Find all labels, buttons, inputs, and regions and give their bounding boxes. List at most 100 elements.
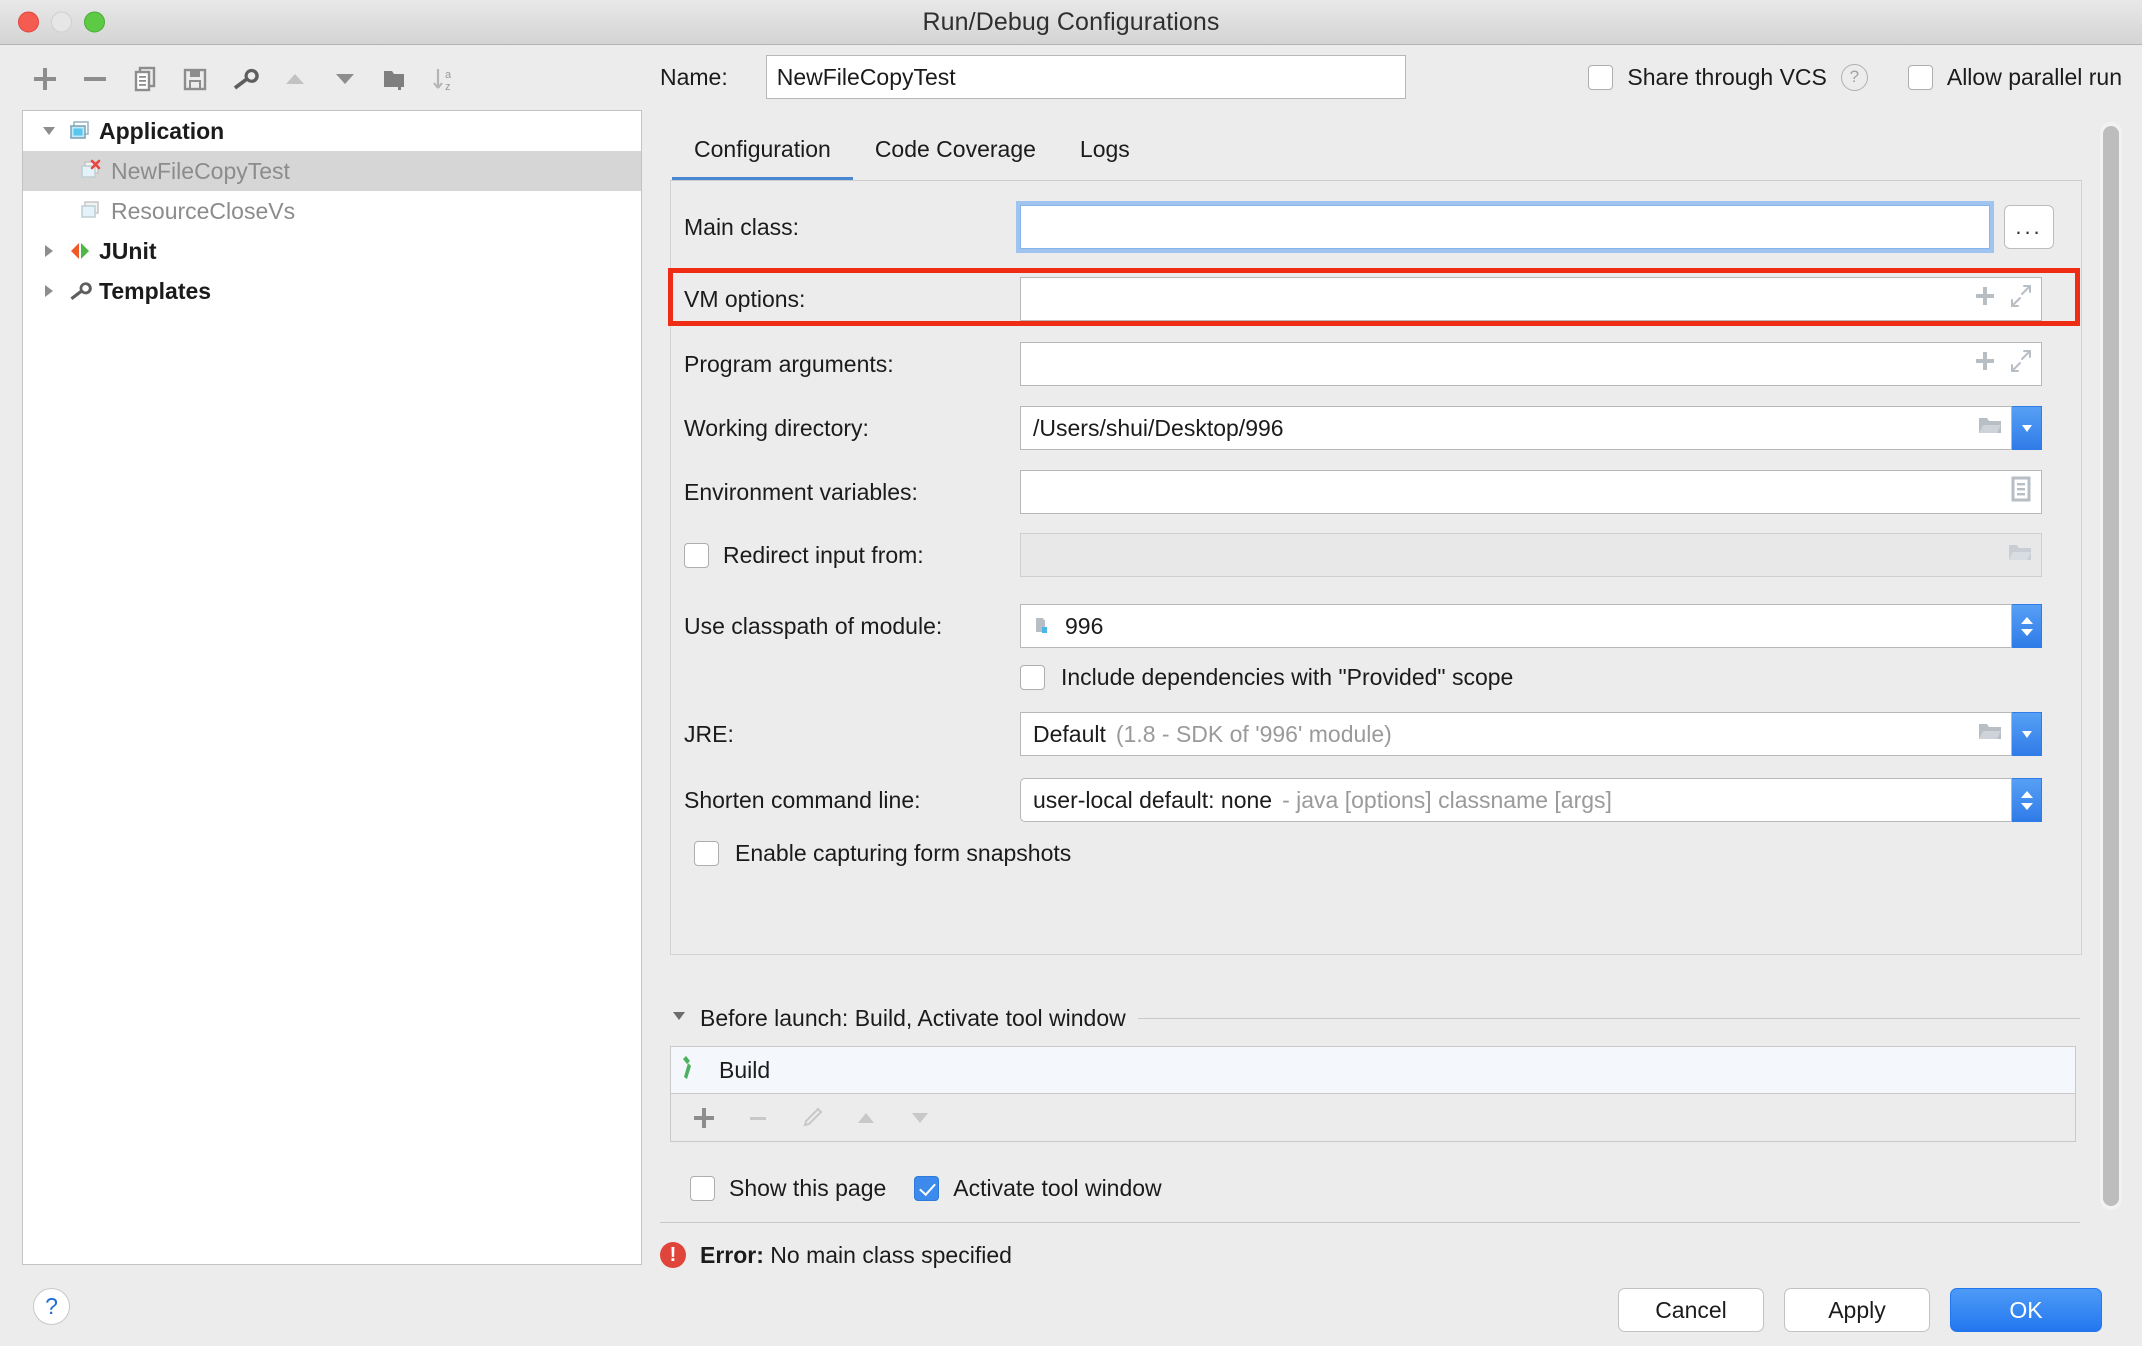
vm-options-label: VM options: — [684, 285, 806, 312]
name-label: Name: — [660, 63, 728, 90]
launch-options-row: Show this page Activate tool window — [690, 1168, 1162, 1208]
program-arguments-input[interactable] — [1020, 342, 2042, 386]
working-directory-row: Working directory: /Users/shui/Desktop/9… — [670, 406, 2082, 450]
tree-node-junit[interactable]: JUnit — [23, 231, 641, 271]
close-window-button[interactable] — [18, 11, 39, 33]
environment-variables-editor-icon[interactable] — [2009, 476, 2033, 508]
classpath-module-row: Use classpath of module: 996 — [670, 604, 2082, 648]
configurations-tree[interactable]: Application NewFileCopyTest ResourceClos… — [22, 110, 642, 1265]
jre-label: JRE: — [684, 720, 734, 747]
config-icon — [75, 199, 109, 223]
include-provided-checkbox[interactable] — [1020, 665, 1045, 690]
help-button[interactable]: ? — [33, 1288, 70, 1325]
browse-folder-icon[interactable] — [1977, 413, 2003, 443]
add-configuration-button[interactable] — [20, 58, 70, 100]
vm-options-row: VM options: — [670, 277, 2082, 321]
create-folder-button[interactable] — [370, 58, 420, 100]
save-configuration-button[interactable] — [170, 58, 220, 100]
before-launch-task-label: Build — [719, 1056, 771, 1083]
minimize-window-button[interactable] — [51, 11, 72, 33]
classpath-module-select[interactable]: 996 — [1020, 604, 2012, 648]
share-vcs-help-icon[interactable]: ? — [1840, 63, 1868, 91]
browse-main-class-button[interactable]: ... — [2004, 205, 2054, 249]
before-launch-collapse-icon[interactable] — [670, 1007, 688, 1030]
tree-node-label: JUnit — [99, 237, 157, 264]
remove-task-button[interactable] — [733, 1096, 783, 1140]
copy-configuration-button[interactable] — [120, 58, 170, 100]
vm-options-input[interactable] — [1020, 277, 2042, 321]
working-directory-value: /Users/shui/Desktop/996 — [1033, 414, 1284, 441]
sharing-options: Share through VCS ? Allow parallel run — [1588, 55, 2122, 99]
maximize-window-button[interactable] — [84, 11, 105, 33]
shorten-command-line-value: user-local default: none — [1033, 786, 1273, 813]
activate-tool-window-checkbox[interactable] — [914, 1175, 940, 1201]
jre-browse-folder-icon[interactable] — [1977, 719, 2003, 749]
ok-button[interactable]: OK — [1950, 1288, 2102, 1332]
main-class-label: Main class: — [684, 213, 800, 240]
allow-parallel-run-label: Allow parallel run — [1946, 63, 2122, 90]
main-class-row: Main class: ... — [670, 201, 2082, 253]
program-arguments-row: Program arguments: — [670, 342, 2082, 386]
tree-node-label: Templates — [99, 277, 212, 304]
tree-node-application[interactable]: Application — [23, 111, 641, 151]
tab-code-coverage[interactable]: Code Coverage — [853, 136, 1058, 180]
module-icon — [1033, 615, 1055, 637]
junit-icon — [63, 239, 97, 263]
before-launch-header: Before launch: Build, Activate tool wind… — [670, 1000, 2080, 1036]
task-move-down-button[interactable] — [895, 1096, 945, 1140]
environment-variables-row: Environment variables: — [670, 470, 2082, 514]
before-launch-task-list[interactable]: Build — [670, 1046, 2076, 1094]
move-up-button[interactable] — [270, 58, 320, 100]
classpath-module-spinner[interactable] — [2012, 604, 2042, 648]
build-hammer-icon — [681, 1054, 707, 1087]
tab-logs[interactable]: Logs — [1058, 136, 1152, 180]
chevron-right-icon[interactable] — [35, 242, 63, 260]
chevron-down-icon[interactable] — [35, 122, 63, 140]
jre-row: JRE: Default (1.8 - SDK of '996' module) — [670, 712, 2082, 756]
vm-options-expand-icon[interactable] — [2009, 284, 2033, 314]
move-down-button[interactable] — [320, 58, 370, 100]
name-row: Name: — [660, 55, 1406, 99]
share-through-vcs-checkbox[interactable] — [1588, 64, 1614, 90]
allow-parallel-run-checkbox[interactable] — [1907, 64, 1933, 90]
shorten-command-line-spinner[interactable] — [2012, 778, 2042, 822]
before-launch-divider — [1137, 1017, 2080, 1019]
tab-configuration[interactable]: Configuration — [672, 136, 853, 180]
shorten-command-line-select[interactable]: user-local default: none - java [options… — [1020, 778, 2012, 822]
program-arguments-expand-icon[interactable] — [2009, 349, 2033, 379]
edit-templates-button[interactable] — [220, 58, 270, 100]
add-task-button[interactable] — [679, 1096, 729, 1140]
jre-dropdown-button[interactable] — [2012, 712, 2042, 756]
program-arguments-label: Program arguments: — [684, 350, 894, 377]
error-text: Error: No main class specified — [700, 1242, 1012, 1269]
wrench-icon — [63, 279, 97, 303]
remove-configuration-button[interactable] — [70, 58, 120, 100]
working-directory-input[interactable]: /Users/shui/Desktop/996 — [1020, 406, 2012, 450]
tree-node-templates[interactable]: Templates — [23, 271, 641, 311]
scrollbar-thumb[interactable] — [2103, 126, 2119, 1206]
error-prefix: Error: — [700, 1241, 764, 1268]
chevron-right-icon[interactable] — [35, 282, 63, 300]
cancel-button[interactable]: Cancel — [1618, 1288, 1764, 1332]
apply-button[interactable]: Apply — [1784, 1288, 1930, 1332]
show-this-page-label: Show this page — [729, 1174, 887, 1201]
jre-select[interactable]: Default (1.8 - SDK of '996' module) — [1020, 712, 2012, 756]
form-snapshots-checkbox[interactable] — [694, 841, 719, 866]
main-class-input[interactable] — [1016, 201, 1994, 253]
redirect-input-checkbox[interactable] — [684, 542, 709, 568]
name-input[interactable] — [765, 55, 1406, 99]
environment-variables-input[interactable] — [1020, 470, 2042, 514]
classpath-module-label: Use classpath of module: — [684, 612, 943, 639]
tree-node-resourceclosevs[interactable]: ResourceCloseVs — [23, 191, 641, 231]
vm-options-add-icon[interactable] — [1973, 284, 1997, 314]
edit-task-button[interactable] — [787, 1096, 837, 1140]
right-panel-scrollbar[interactable] — [2100, 122, 2122, 1210]
tree-node-newfilecopytest[interactable]: NewFileCopyTest — [23, 151, 641, 191]
show-this-page-checkbox[interactable] — [690, 1175, 715, 1201]
sort-configurations-button[interactable]: a z — [420, 58, 470, 100]
task-move-up-button[interactable] — [841, 1096, 891, 1140]
shorten-command-line-row: Shorten command line: user-local default… — [670, 778, 2082, 822]
working-directory-dropdown-button[interactable] — [2012, 406, 2042, 450]
program-arguments-add-icon[interactable] — [1973, 349, 1997, 379]
working-directory-label: Working directory: — [684, 414, 869, 441]
